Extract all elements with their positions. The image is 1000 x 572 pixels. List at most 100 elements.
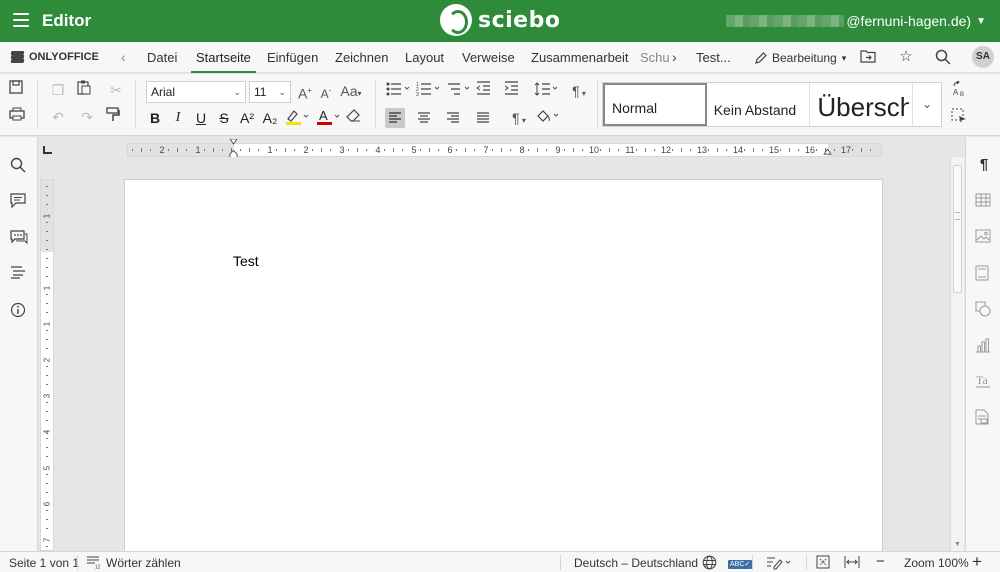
right-indent-marker[interactable] xyxy=(823,149,832,155)
font-name-select[interactable]: Arial ⌄ xyxy=(146,81,246,103)
document-body-text[interactable]: Test xyxy=(233,253,259,269)
word-count-button[interactable]: Wörter zählen xyxy=(106,556,181,570)
hamburger-menu-icon[interactable] xyxy=(13,13,29,27)
user-avatar[interactable]: SA xyxy=(972,46,994,68)
clear-formatting-eraser-icon[interactable] xyxy=(346,108,366,128)
style-ueberschrift[interactable]: Überschrift xyxy=(810,83,914,126)
underline-button[interactable]: U xyxy=(191,108,211,128)
brand-label: ONLYOFFICE xyxy=(29,51,99,63)
favorite-star-icon[interactable]: ☆ xyxy=(897,49,915,65)
document-language-globe-icon[interactable] xyxy=(702,555,717,570)
tabs-scroll-right-icon[interactable]: › xyxy=(672,49,677,65)
ruler-tick xyxy=(852,149,853,151)
zoom-in-icon[interactable]: + xyxy=(972,552,982,572)
tab-startseite[interactable]: Startseite xyxy=(191,50,256,73)
page-counter[interactable]: Seite 1 von 1 xyxy=(9,556,79,570)
tab-stop-selector-icon[interactable] xyxy=(43,146,52,154)
superscript-button[interactable]: A² xyxy=(237,108,257,128)
numbered-list-icon[interactable]: 123 xyxy=(416,81,444,101)
shape-settings-icon[interactable] xyxy=(975,301,993,319)
table-settings-icon[interactable] xyxy=(975,193,993,211)
horizontal-ruler[interactable]: 2 1 1 2 3 4 5 6 7 8 9 10 11 12 13 14 15 16 17 xyxy=(127,139,882,159)
increase-font-size-icon[interactable]: A+ xyxy=(295,81,315,102)
align-left-icon[interactable] xyxy=(385,108,405,128)
copy-icon[interactable]: ❐ xyxy=(48,80,68,100)
about-info-icon[interactable] xyxy=(10,302,28,320)
paragraph-settings-icon[interactable]: ¶ xyxy=(975,156,993,174)
search-icon[interactable] xyxy=(935,49,953,65)
subscript-button[interactable]: A₂ xyxy=(260,108,280,128)
vertical-scrollbar[interactable]: ▼ xyxy=(950,157,964,551)
style-normal[interactable]: Normal xyxy=(603,83,707,126)
paragraph-direction-icon[interactable]: ¶ ▾ xyxy=(565,81,593,101)
bullet-list-icon[interactable] xyxy=(386,81,414,101)
scroll-down-arrow-icon[interactable]: ▼ xyxy=(954,541,961,548)
paste-icon[interactable] xyxy=(77,80,97,100)
chat-icon[interactable] xyxy=(10,230,28,248)
chart-settings-icon[interactable] xyxy=(975,337,993,355)
tab-datei[interactable]: Datei xyxy=(147,50,177,65)
tab-zeichnen[interactable]: Zeichnen xyxy=(335,50,388,65)
ruler-number: 5 xyxy=(411,145,417,155)
nonprinting-characters-icon[interactable]: ¶ ▾ xyxy=(505,108,533,128)
first-line-indent-marker[interactable] xyxy=(229,139,238,145)
multilevel-list-icon[interactable] xyxy=(446,81,474,101)
bold-button[interactable]: B xyxy=(145,108,165,128)
comments-icon[interactable] xyxy=(10,193,28,211)
replace-style-icon[interactable]: AB xyxy=(951,81,971,101)
fit-to-width-icon[interactable] xyxy=(844,555,860,569)
track-changes-icon[interactable] xyxy=(766,555,794,570)
svg-text:123: 123 xyxy=(95,565,100,570)
justify-icon[interactable] xyxy=(473,108,493,128)
editing-mode-button[interactable]: Bearbeitung ▾ xyxy=(754,51,846,65)
change-case-button[interactable]: Aa▾ xyxy=(338,81,364,101)
tab-verweise[interactable]: Verweise xyxy=(462,50,515,65)
fit-to-page-icon[interactable] xyxy=(816,555,830,569)
align-center-icon[interactable] xyxy=(414,108,434,128)
spellcheck-icon[interactable]: ABC✓ xyxy=(728,555,753,569)
image-settings-icon[interactable] xyxy=(975,229,993,247)
align-right-icon[interactable] xyxy=(443,108,463,128)
decrease-indent-icon[interactable] xyxy=(476,81,496,101)
text-language-select[interactable]: Deutsch – Deutschland ⌄ xyxy=(574,556,709,570)
header-footer-settings-icon[interactable] xyxy=(975,265,993,283)
ruler-tick xyxy=(834,149,835,151)
styles-expand-chevron-icon[interactable]: ⌄ xyxy=(913,83,941,126)
print-icon[interactable] xyxy=(9,107,29,127)
zoom-level[interactable]: Zoom 100% xyxy=(904,556,969,570)
document-title[interactable]: Test... xyxy=(696,50,731,65)
increase-indent-icon[interactable] xyxy=(504,81,524,101)
mail-merge-settings-icon[interactable] xyxy=(975,409,993,427)
select-all-icon[interactable] xyxy=(951,108,971,128)
tabs-scroll-left-icon[interactable]: ‹ xyxy=(121,49,126,65)
highlight-color-button[interactable] xyxy=(284,108,312,128)
zoom-out-icon[interactable]: − xyxy=(876,553,885,570)
scrollbar-thumb[interactable] xyxy=(953,165,962,293)
strikethrough-button[interactable]: S xyxy=(214,108,234,128)
font-color-button[interactable]: A xyxy=(315,108,343,128)
cut-icon[interactable]: ✂ xyxy=(106,80,126,100)
tab-schutz[interactable]: Schu xyxy=(640,50,670,65)
open-file-location-icon[interactable] xyxy=(860,49,878,65)
ruler-tick xyxy=(294,149,295,151)
search-icon[interactable] xyxy=(10,157,28,175)
decrease-font-size-icon[interactable]: A- xyxy=(316,81,336,101)
font-size-select[interactable]: 11 ⌄ xyxy=(249,81,291,103)
style-kein-abstand[interactable]: Kein Abstand xyxy=(707,83,811,126)
save-icon[interactable] xyxy=(9,80,29,100)
document-page[interactable]: Test xyxy=(124,179,883,551)
user-menu[interactable]: @fernuni-hagen.de) ▼ xyxy=(726,13,986,29)
tab-zusammenarbeit[interactable]: Zusammenarbeit xyxy=(531,50,629,65)
text-art-settings-icon[interactable]: Ta xyxy=(975,373,993,391)
paragraph-shading-icon[interactable] xyxy=(535,108,563,128)
tab-einfuegen[interactable]: Einfügen xyxy=(267,50,318,65)
undo-icon[interactable]: ↶ xyxy=(48,107,68,127)
navigation-headings-icon[interactable] xyxy=(10,265,28,283)
tab-layout[interactable]: Layout xyxy=(405,50,444,65)
copy-style-icon[interactable] xyxy=(106,107,126,127)
ruler-number: 2 xyxy=(42,357,52,363)
redo-icon[interactable]: ↷ xyxy=(77,107,97,127)
word-count-icon[interactable]: 123 xyxy=(86,555,100,569)
line-spacing-icon[interactable] xyxy=(534,81,562,101)
italic-button[interactable]: I xyxy=(168,108,188,128)
